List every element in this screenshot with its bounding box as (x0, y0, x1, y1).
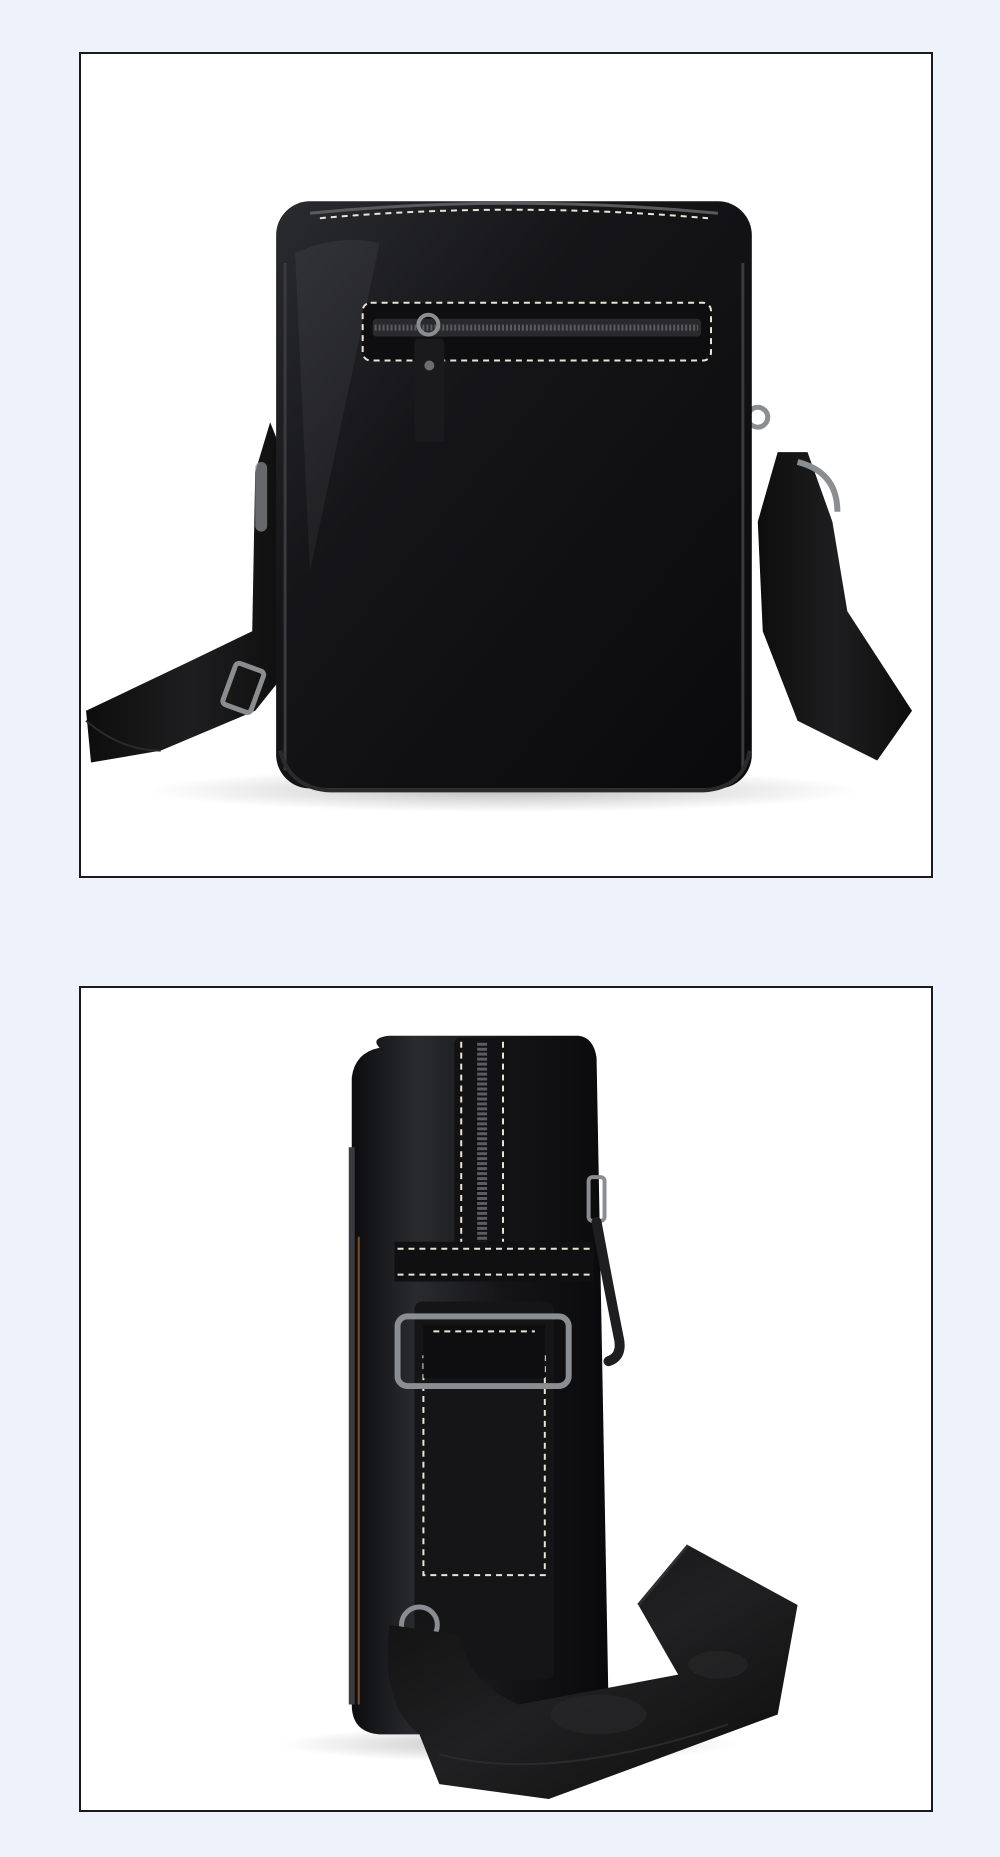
product-photo-side (79, 986, 933, 1812)
crossbody-bag-front-icon (85, 201, 913, 813)
product-photo-front (79, 52, 933, 878)
crossbody-bag-side-icon (280, 1035, 798, 1800)
